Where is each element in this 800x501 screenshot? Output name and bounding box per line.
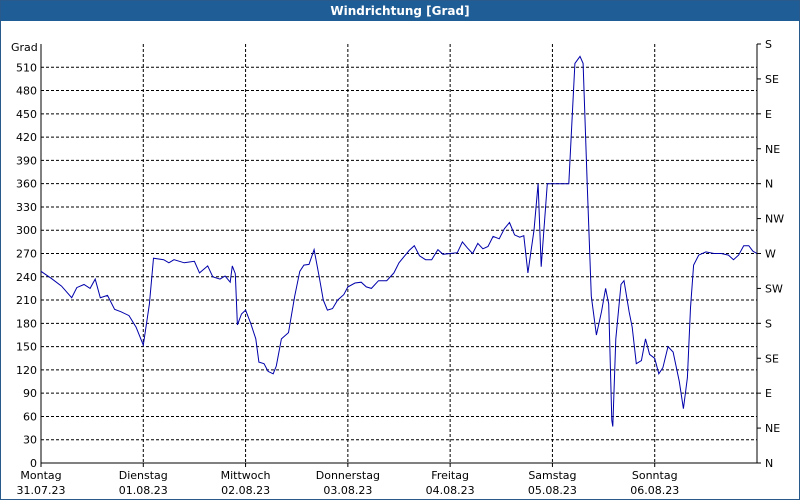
x-tick-date: 03.08.23 xyxy=(323,484,372,497)
y-tick-label: 60 xyxy=(23,410,37,423)
y-tick-label: 270 xyxy=(16,248,37,261)
right-tick-label: SE xyxy=(765,352,779,365)
y-tick-label: 30 xyxy=(23,434,37,447)
y-tick-label: 420 xyxy=(16,131,37,144)
y-tick-label: 240 xyxy=(16,271,37,284)
series xyxy=(40,55,758,427)
y-tick-label: 330 xyxy=(16,201,37,214)
axes xyxy=(40,43,761,467)
x-tick-date: 31.07.23 xyxy=(17,484,66,497)
right-tick-label: N xyxy=(765,178,773,191)
y-tick-label: 510 xyxy=(16,61,37,74)
y-tick-label: 210 xyxy=(16,294,37,307)
x-tick-day: Donnerstag xyxy=(316,469,380,482)
y-tick-label: 90 xyxy=(23,387,37,400)
right-tick-label: SW xyxy=(765,282,783,295)
right-tick-label: E xyxy=(765,387,772,400)
y-tick-label: 300 xyxy=(16,224,37,237)
wind-direction-line xyxy=(40,55,758,427)
y-tick-label: 360 xyxy=(16,178,37,191)
x-tick-day: Mittwoch xyxy=(221,469,271,482)
x-tick-day: Sonntag xyxy=(632,469,678,482)
y-tick-label: 390 xyxy=(16,154,37,167)
y-tick-label: 120 xyxy=(16,364,37,377)
right-tick-label: N xyxy=(765,457,773,470)
right-tick-label: NE xyxy=(765,422,780,435)
y-axis-title: Grad xyxy=(11,41,38,54)
x-tick-date: 04.08.23 xyxy=(426,484,475,497)
chart-window: Windrichtung [Grad] 0 30 60 90 120 150 180 210 2… xyxy=(0,0,800,500)
right-tick-label: S xyxy=(765,38,772,51)
right-tick-label: NW xyxy=(765,213,784,226)
x-tick-day: Dienstag xyxy=(119,469,168,482)
right-tick-label: W xyxy=(765,248,776,261)
x-tick-date: 05.08.23 xyxy=(528,484,577,497)
x-tick-date: 06.08.23 xyxy=(630,484,679,497)
right-tick-label: S xyxy=(765,317,772,330)
right-tick-label: E xyxy=(765,108,772,121)
right-tick-label: SE xyxy=(765,73,779,86)
x-tick-day: Samstag xyxy=(528,469,576,482)
grid xyxy=(41,44,757,463)
y-tick-label: 450 xyxy=(16,108,37,121)
y-tick-label: 480 xyxy=(16,85,37,98)
x-tick-date: 02.08.23 xyxy=(221,484,270,497)
x-tick-day: Freitag xyxy=(431,469,469,482)
y-tick-label: 150 xyxy=(16,341,37,354)
right-tick-label: NE xyxy=(765,143,780,156)
x-tick-date: 01.08.23 xyxy=(119,484,168,497)
wind-direction-chart: 0306090120150180210240270300330360390420… xyxy=(11,38,784,497)
y-tick-label: 180 xyxy=(16,317,37,330)
x-tick-day: Montag xyxy=(20,469,61,482)
tick-labels: 0306090120150180210240270300330360390420… xyxy=(11,38,784,497)
